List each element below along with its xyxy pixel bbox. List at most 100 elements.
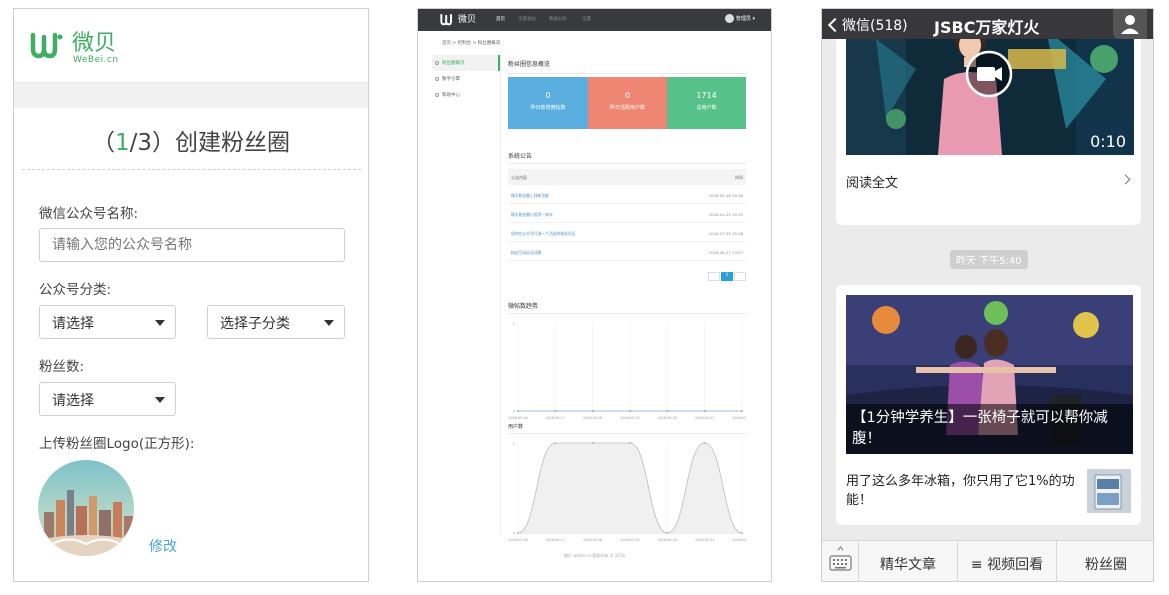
- article-card[interactable]: 【1分钟学养生】一张椅子就可以帮你减腹！ 用了这么多年冰箱，你只用了它1%的功能…: [836, 285, 1141, 525]
- x-tick-label: 2016-05-19: [620, 416, 639, 420]
- stat-label: 昨日活跃用户数: [609, 105, 645, 111]
- sub-article-thumbnail[interactable]: [1087, 469, 1131, 513]
- series-area: [518, 443, 742, 533]
- sub-article-title[interactable]: 用了这么多年冰箱，你只用了它1%的功能！: [846, 472, 1076, 510]
- pager-page[interactable]: 1: [721, 272, 733, 281]
- stat-value: 0: [545, 91, 551, 100]
- back-button[interactable]: 微信(518): [826, 15, 908, 35]
- notice-link[interactable]: 微贝粉丝圈上线新功能: [511, 193, 549, 199]
- data-point: [517, 532, 519, 534]
- keyboard-icon: [829, 546, 852, 571]
- notice-table-header: 公告内容 时间: [508, 169, 746, 185]
- divider: [508, 163, 746, 164]
- circle-icon: [435, 93, 439, 97]
- users-trend-chart: 1 0 2016-05-16 2016-05-17 2016-05-18 2016-05-…: [508, 442, 746, 543]
- table-row[interactable]: 如何在公众号打造一个活跃的粉丝社区 2016-07-25 15:28: [508, 225, 746, 242]
- nav-analytics[interactable]: 数据分析: [549, 16, 567, 22]
- create-fan-circle-panel: 微贝 WeBei.cn （1/3）创建粉丝圈 微信公众号名称: 公众号分类: 请…: [13, 8, 369, 582]
- brand-name: 微贝: [458, 15, 477, 25]
- data-point: [629, 410, 631, 412]
- notice-time: 2016-05-18 15:36: [708, 193, 743, 198]
- user-menu[interactable]: 管理员 ▾: [724, 14, 755, 23]
- logo-preview-image[interactable]: [38, 460, 134, 556]
- profile-button[interactable]: [1113, 9, 1147, 39]
- divider: [508, 433, 746, 434]
- read-all-link[interactable]: 阅读全文: [846, 172, 898, 191]
- x-tick-label: 2016-05-16: [508, 416, 527, 420]
- sidebar-item-engine[interactable]: 数字引擎: [432, 71, 500, 87]
- notice-link[interactable]: 微贝粉丝圈小程序一周年: [511, 212, 553, 218]
- caret-down-icon: [155, 397, 165, 403]
- user-name: 管理员: [735, 16, 751, 22]
- tab-video-replay[interactable]: ≡ 视频回看: [958, 541, 1057, 581]
- stat-label: 总用户数: [696, 105, 717, 111]
- subcategory-select[interactable]: 选择子分类: [207, 305, 345, 339]
- video-duration: 0:10: [1090, 132, 1126, 151]
- x-tick-label: 2016-05-22: [732, 538, 746, 542]
- overview-title: 粉丝圈信息概览: [508, 61, 551, 68]
- stat-label: 昨日新增微帖数: [530, 105, 566, 111]
- account-name-label: 微信公众号名称:: [39, 206, 139, 222]
- divider: [508, 73, 746, 74]
- subcategory-select-value: 选择子分类: [220, 316, 290, 332]
- x-tick-label: 2016-05-17: [546, 416, 565, 420]
- data-point: [703, 410, 706, 412]
- notice-link[interactable]: 如何在公众号打造一个活跃的粉丝社区: [511, 231, 576, 237]
- data-point: [554, 410, 557, 412]
- caret-down-icon: [324, 320, 334, 326]
- data-point: [591, 410, 594, 412]
- y-tick-label: 1: [513, 442, 515, 446]
- table-row[interactable]: 粉丝互动玩法详解 2016-08-27 13:07: [508, 244, 746, 261]
- admin-top-bar: 微贝 首页 全部发帖 数据分析 设置 管理员 ▾: [418, 9, 771, 31]
- column-header: 公告内容: [511, 175, 527, 180]
- nav-home[interactable]: 首页: [496, 16, 505, 22]
- stat-total-users: 1714 总用户数: [667, 77, 746, 129]
- keyboard-toggle-button[interactable]: [822, 541, 859, 581]
- data-point: [629, 442, 631, 444]
- data-point: [517, 410, 519, 412]
- column-header: 时间: [735, 175, 743, 180]
- chevron-right-icon: [1120, 174, 1131, 185]
- y-tick-label: 0: [513, 410, 515, 414]
- posts-trend-chart: 1 0 2016-05-16 2016-05-17 2016-05-18 2016-05-…: [508, 322, 746, 421]
- chat-title: JSBC万家灯火: [934, 18, 1040, 37]
- category-select-value: 请选择: [52, 316, 94, 332]
- sidebar-item-help[interactable]: 帮助中心: [432, 87, 500, 103]
- article-cover-image[interactable]: 【1分钟学养生】一张椅子就可以帮你减腹！: [846, 295, 1133, 454]
- pager-next[interactable]: [734, 272, 746, 281]
- person-icon: [1121, 15, 1139, 34]
- edit-logo-link[interactable]: 修改: [149, 536, 177, 556]
- table-row[interactable]: 微贝粉丝圈小程序一周年 2016-01-25 15:35: [508, 206, 746, 223]
- x-tick-label: 2016-05-17: [546, 538, 565, 542]
- logo-upload-label: 上传粉丝圈Logo(正方形):: [39, 436, 195, 452]
- sidebar-item-overview[interactable]: 粉丝圈概况: [432, 55, 500, 71]
- posts-chart-title: 微帖数趋势: [508, 303, 539, 310]
- wechat-chat-panel: 0:10 阅读全文 微信(518) JSBC万家灯火 昨天 下午5:40 【1分…: [821, 8, 1154, 582]
- tab-featured-articles[interactable]: 精华文章: [859, 541, 958, 581]
- header-band: [14, 82, 368, 108]
- webei-logo-icon: [440, 14, 453, 26]
- nav-posts[interactable]: 全部发帖: [518, 16, 536, 22]
- chat-nav-bar: 微信(518) JSBC万家灯火: [822, 9, 1153, 39]
- account-name-input[interactable]: [39, 228, 345, 262]
- divider: [508, 313, 746, 314]
- video-article-card[interactable]: 0:10 阅读全文: [836, 9, 1141, 225]
- notice-link[interactable]: 粉丝互动玩法详解: [511, 250, 541, 256]
- notice-time: 2016-07-25 15:28: [708, 231, 743, 236]
- fans-select[interactable]: 请选择: [39, 382, 176, 416]
- tab-fan-circle[interactable]: 粉丝圈: [1057, 541, 1153, 581]
- nav-settings[interactable]: 设置: [582, 16, 591, 22]
- page-title: （1/3）创建粉丝圈: [91, 130, 291, 156]
- category-select[interactable]: 请选择: [39, 305, 176, 339]
- table-row[interactable]: 微贝粉丝圈上线新功能 2016-05-18 15:36: [508, 187, 746, 204]
- fans-select-value: 请选择: [52, 393, 94, 409]
- data-point: [741, 532, 743, 534]
- x-tick-label: 2016-05-20: [658, 416, 677, 420]
- pager-prev[interactable]: [708, 272, 720, 281]
- stat-active-users: 0 昨日活跃用户数: [588, 77, 667, 129]
- webei-logo-icon: [30, 32, 63, 59]
- y-tick-label: 1: [513, 322, 515, 326]
- fans-label: 粉丝数:: [39, 359, 85, 375]
- article-caption: 【1分钟学养生】一张椅子就可以帮你减腹！: [846, 404, 1133, 454]
- notice-time: 2016-01-25 15:35: [708, 212, 743, 217]
